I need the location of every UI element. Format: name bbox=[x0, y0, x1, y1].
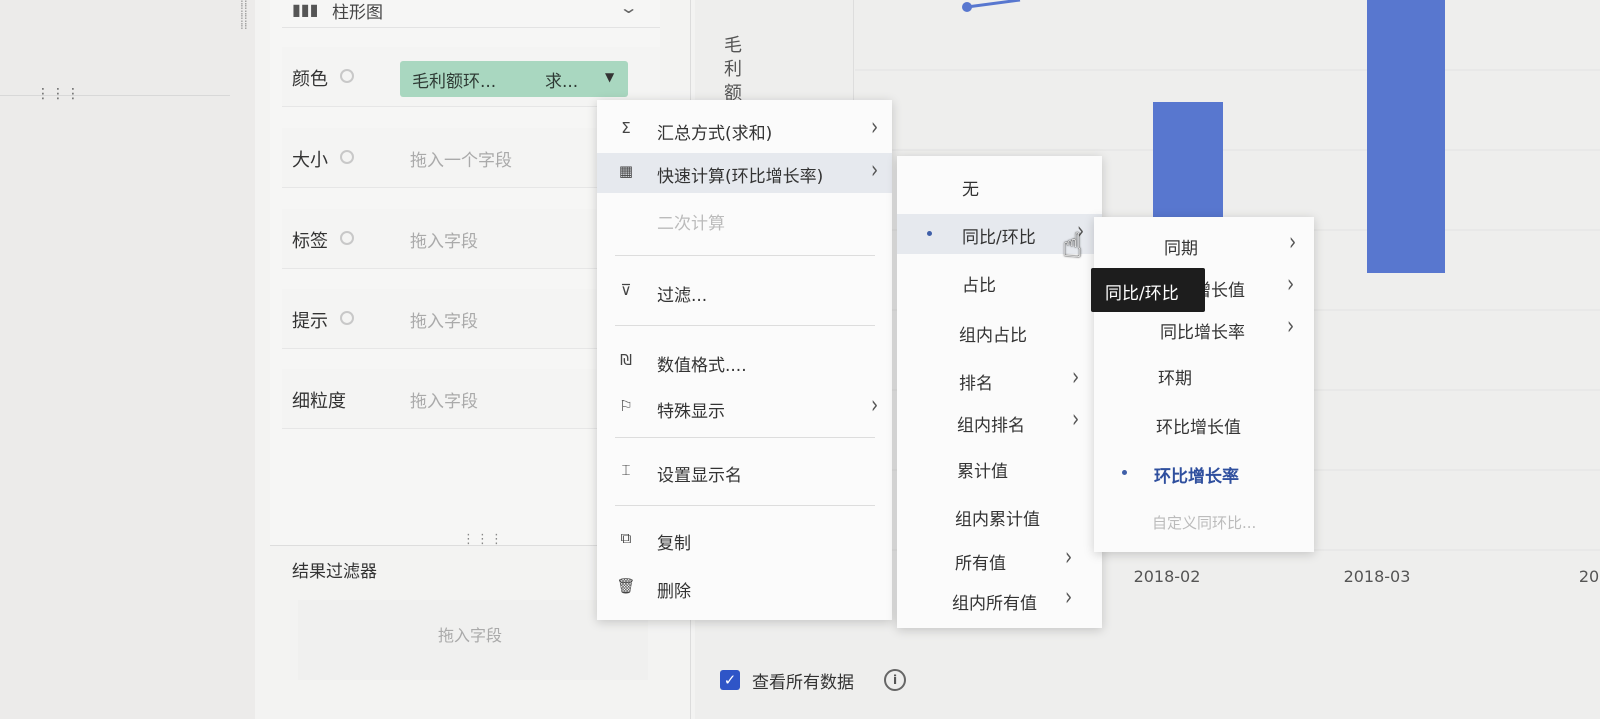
divider bbox=[0, 95, 230, 96]
delete-icon: 🗑 bbox=[616, 577, 636, 595]
hand-cursor-icon: ☝ bbox=[1062, 226, 1083, 266]
flag-icon: ⚐ bbox=[619, 397, 633, 415]
drop-placeholder: 拖入字段 bbox=[438, 626, 503, 645]
number-format-icon: ₪ bbox=[620, 351, 632, 369]
menu-item-percentage[interactable]: 占比 bbox=[897, 262, 1102, 302]
drop-placeholder[interactable]: 拖入一个字段 bbox=[410, 146, 512, 171]
x-tick-label: 2018-03 bbox=[1344, 567, 1411, 586]
chevron-right-icon: › bbox=[1287, 311, 1295, 342]
menu-separator bbox=[615, 325, 875, 326]
menu-item-aggregation[interactable]: Σ 汇总方式(求和) › bbox=[597, 110, 892, 150]
field-context-menu: Σ 汇总方式(求和) › ▦ 快速计算(环比增长率) › 二次计算 ⊽ 过滤..… bbox=[597, 100, 892, 620]
filter-icon: ⊽ bbox=[620, 281, 632, 299]
caret-down-icon[interactable]: ▼ bbox=[605, 70, 614, 84]
menu-item-cumulative[interactable]: 累计值 bbox=[897, 448, 1102, 488]
menu-item-secondary-calc: 二次计算 bbox=[657, 214, 725, 234]
menu-item-previous-period[interactable]: 环期 bbox=[1094, 355, 1314, 395]
menu-item-yoy-growth-rate[interactable]: 同比增长率 › bbox=[1094, 309, 1314, 349]
chevron-right-icon: › bbox=[1065, 582, 1073, 613]
menu-item-custom-yoy: 自定义同环比... bbox=[1152, 514, 1257, 532]
menu-item-group-rank[interactable]: 组内排名 › bbox=[897, 402, 1102, 442]
settings-icon[interactable] bbox=[340, 231, 354, 245]
result-filter-title: 结果过滤器 bbox=[292, 562, 377, 582]
x-tick-label: 2018-02 bbox=[1134, 567, 1201, 586]
panel-grip-icon[interactable]: ⁞⁞ ⁞⁞ ⁞⁞ bbox=[240, 0, 250, 31]
selected-dot-icon bbox=[1122, 470, 1127, 475]
view-all-checkbox[interactable]: ✓ bbox=[720, 670, 740, 690]
view-all-label[interactable]: 查看所有数据 bbox=[752, 668, 854, 693]
property-label: 细粒度 bbox=[292, 391, 346, 412]
drop-placeholder[interactable]: 拖入字段 bbox=[410, 387, 478, 412]
rename-icon: ⌶ bbox=[621, 461, 631, 479]
chevron-right-icon: › bbox=[1065, 542, 1073, 573]
menu-item-group-percentage[interactable]: 组内占比 bbox=[897, 312, 1102, 352]
property-label: 大小 bbox=[292, 150, 328, 171]
settings-icon[interactable] bbox=[340, 311, 354, 325]
drag-handle-icon[interactable]: ⋮⋮⋮ bbox=[36, 86, 81, 102]
settings-icon[interactable] bbox=[340, 150, 354, 164]
menu-item-group-all-values[interactable]: 组内所有值 › bbox=[897, 580, 1102, 620]
left-sidebar bbox=[0, 0, 255, 719]
menu-item-mom-growth-rate[interactable]: 环比增长率 bbox=[1094, 453, 1314, 493]
menu-item-special-display[interactable]: ⚐ 特殊显示 › bbox=[597, 388, 892, 428]
field-pill-label: 毛利额环... bbox=[412, 72, 497, 92]
menu-item-same-period[interactable]: 同期 › bbox=[1094, 225, 1314, 265]
bar[interactable] bbox=[1367, 0, 1445, 273]
menu-separator bbox=[615, 255, 875, 256]
menu-item-quick-calc[interactable]: ▦ 快速计算(环比增长率) › bbox=[597, 153, 892, 193]
menu-item-rename[interactable]: ⌶ 设置显示名 bbox=[597, 452, 892, 492]
settings-icon[interactable] bbox=[340, 69, 354, 83]
sigma-icon: Σ bbox=[621, 119, 631, 137]
menu-item-number-format[interactable]: ₪ 数值格式.... bbox=[597, 342, 892, 382]
copy-icon: ⧉ bbox=[620, 529, 632, 547]
data-point[interactable] bbox=[962, 2, 972, 12]
menu-item-copy[interactable]: ⧉ 复制 bbox=[597, 520, 892, 560]
menu-item-delete[interactable]: 🗑 删除 bbox=[597, 568, 892, 608]
x-tick-label: 20 bbox=[1579, 567, 1599, 586]
bar-chart-icon: ▮▮▮ bbox=[292, 0, 319, 19]
field-pill-aggregation: 求... bbox=[545, 72, 579, 92]
chart-type-label: 柱形图 bbox=[332, 3, 383, 23]
selected-dot-icon bbox=[927, 231, 932, 236]
property-label: 颜色 bbox=[292, 69, 328, 90]
menu-separator bbox=[615, 437, 875, 438]
chevron-right-icon: › bbox=[1072, 362, 1080, 393]
menu-item-none[interactable]: 无 bbox=[897, 166, 1102, 206]
menu-item-rank[interactable]: 排名 › bbox=[897, 360, 1102, 400]
result-filter-dropzone[interactable]: 拖入字段 bbox=[298, 600, 648, 680]
menu-item-mom-growth-value[interactable]: 环比增长值 bbox=[1094, 404, 1314, 444]
chevron-right-icon: › bbox=[1072, 404, 1080, 435]
chevron-down-icon[interactable]: ⌄ bbox=[619, 0, 639, 17]
menu-separator bbox=[615, 505, 875, 506]
bar[interactable] bbox=[1153, 102, 1223, 222]
menu-tooltip: 同比/环比 bbox=[1091, 268, 1205, 312]
y-axis-label: 毛利额 bbox=[724, 35, 742, 104]
drop-placeholder[interactable]: 拖入字段 bbox=[410, 307, 478, 332]
menu-item-group-cumulative[interactable]: 组内累计值 bbox=[897, 496, 1102, 536]
property-label: 标签 bbox=[292, 231, 328, 252]
series-line bbox=[966, 0, 1021, 9]
chevron-right-icon: › bbox=[871, 390, 879, 421]
chevron-right-icon: › bbox=[871, 155, 879, 186]
chevron-right-icon: › bbox=[1287, 269, 1295, 300]
color-field-pill[interactable]: 毛利额环... 求... ▼ bbox=[400, 61, 628, 97]
chart-type-select[interactable]: ▮▮▮ 柱形图 ⌄ bbox=[282, 0, 660, 28]
menu-item-filter[interactable]: ⊽ 过滤... bbox=[597, 272, 892, 312]
chevron-right-icon: › bbox=[871, 112, 879, 143]
calculator-icon: ▦ bbox=[618, 162, 634, 180]
menu-item-all-values[interactable]: 所有值 › bbox=[897, 540, 1102, 580]
info-icon[interactable]: i bbox=[884, 669, 906, 691]
drop-placeholder[interactable]: 拖入字段 bbox=[410, 227, 478, 252]
chevron-right-icon: › bbox=[1289, 227, 1297, 258]
property-label: 提示 bbox=[292, 311, 328, 332]
